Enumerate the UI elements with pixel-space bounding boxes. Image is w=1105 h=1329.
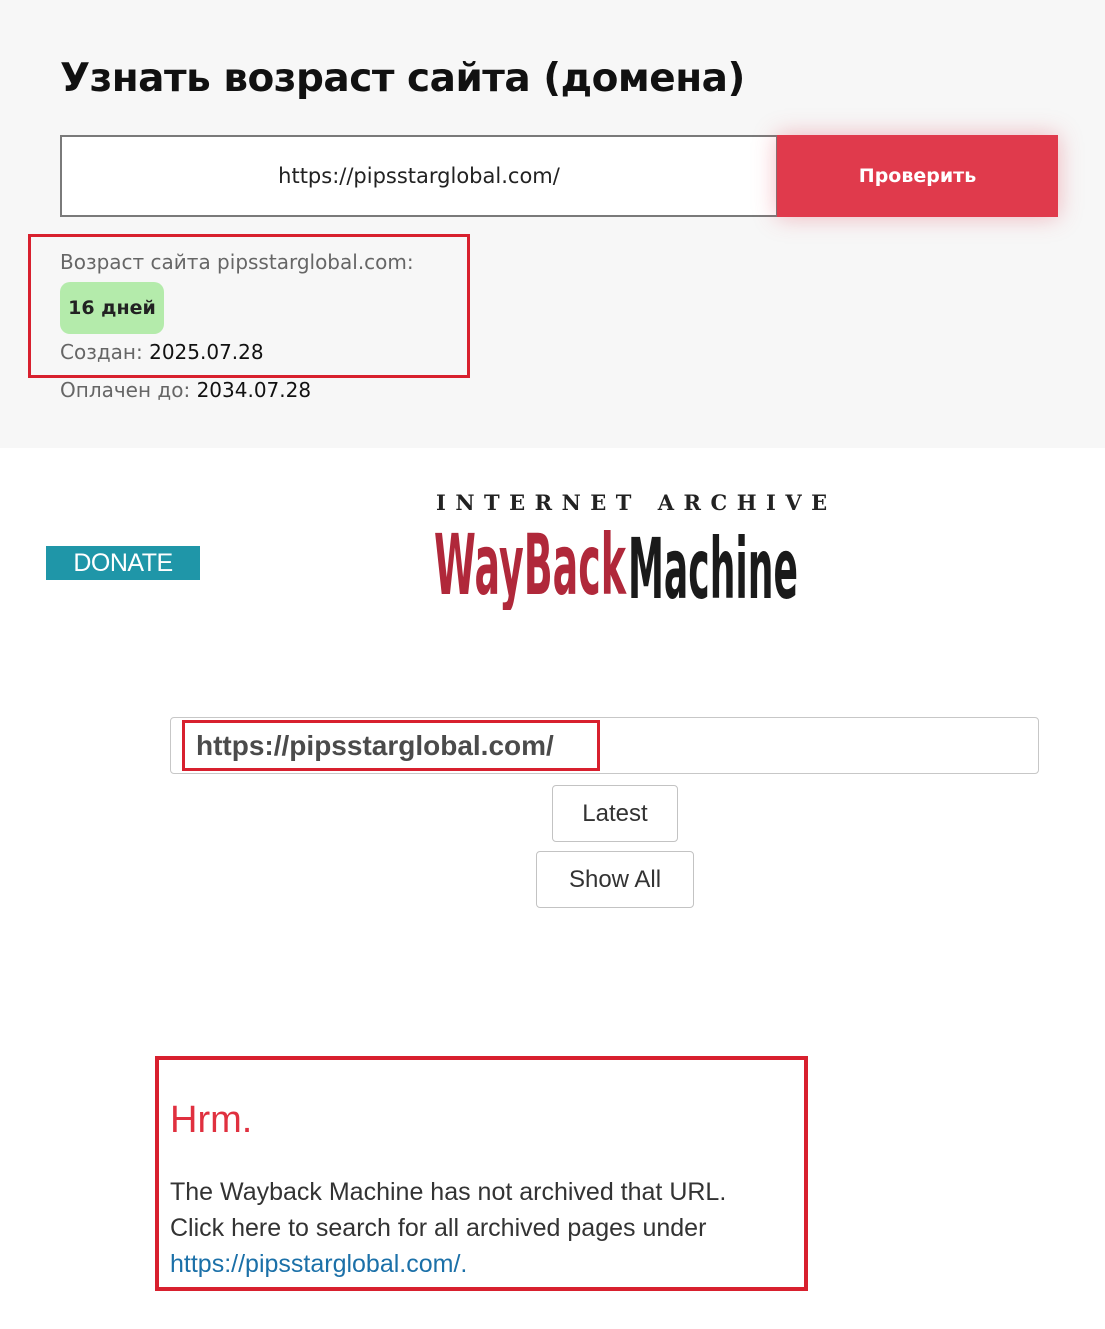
paid-until-value: 2034.07.28 [196,378,312,402]
url-highlight-frame [182,720,600,771]
created-date-line: Создан: 2025.07.28 [60,340,264,364]
error-message-line: Click here to search for all archived pa… [170,1214,707,1242]
error-message-line: The Wayback Machine has not archived tha… [170,1178,727,1206]
domain-age-panel: Узнать возраст сайта (домена) https://pi… [0,0,1105,448]
archived-pages-link[interactable]: https://pipsstarglobal.com/. [170,1250,467,1279]
created-label: Создан: [60,340,143,364]
machine-logo-word: Machine [628,520,798,610]
wayback-machine-logo[interactable]: WayBack Machine [434,514,798,610]
domain-input-value: https://pipsstarglobal.com/ [278,164,560,188]
latest-button[interactable]: Latest [552,785,678,842]
site-age-label: Возраст сайта pipsstarglobal.com: [60,250,414,274]
error-heading: Hrm. [170,1099,253,1141]
wayback-logo-word: WayBack [434,516,627,610]
domain-input[interactable]: https://pipsstarglobal.com/ [60,135,778,217]
site-age-badge: 16 дней [60,282,164,334]
paid-until-line: Оплачен до: 2034.07.28 [60,378,311,402]
internet-archive-wordmark: INTERNET ARCHIVE [436,490,837,515]
paid-until-label: Оплачен до: [60,378,191,402]
show-all-button[interactable]: Show All [536,851,694,908]
created-value: 2025.07.28 [149,340,264,364]
check-button[interactable]: Проверить [777,135,1058,217]
page-title: Узнать возраст сайта (домена) [60,56,745,101]
donate-button[interactable]: DONATE [46,546,200,580]
